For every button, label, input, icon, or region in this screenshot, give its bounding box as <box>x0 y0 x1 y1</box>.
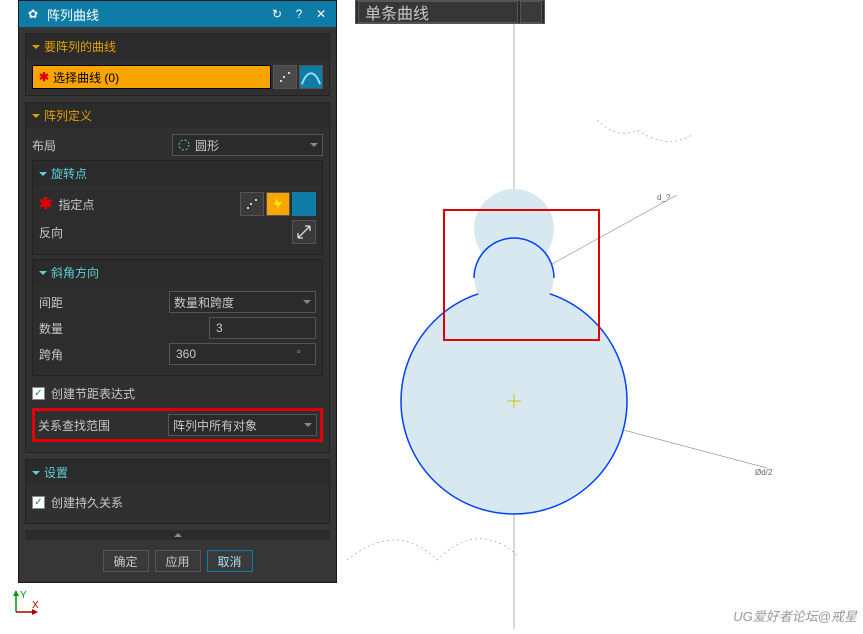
chevron-down-icon <box>32 471 40 475</box>
group-header-curve[interactable]: 要阵列的曲线 <box>26 34 329 59</box>
dialog-titlebar[interactable]: ✿ 阵列曲线 ↻ ? ✕ <box>19 1 336 27</box>
layout-value: 圆形 <box>191 137 310 154</box>
subgroup-header-pivot[interactable]: 旋转点 <box>33 161 322 186</box>
spacing-value: 数量和跨度 <box>174 294 303 311</box>
chevron-down-icon <box>39 172 47 176</box>
subgroup-label: 斜角方向 <box>51 264 99 281</box>
dim-label: d_? <box>657 193 671 202</box>
axis-indicator: Y X <box>10 588 40 623</box>
cancel-button[interactable]: 取消 <box>207 550 253 572</box>
group-label: 设置 <box>44 464 68 481</box>
group-label: 阵列定义 <box>44 107 92 124</box>
chevron-down-icon <box>303 300 311 304</box>
select-curve-field[interactable]: ✱ 选择曲线 (0) <box>32 65 271 89</box>
scope-dropdown[interactable]: 阵列中所有对象 <box>168 414 317 436</box>
count-input[interactable]: 3 <box>209 317 316 339</box>
pitch-expression-label: 创建节距表达式 <box>51 385 135 402</box>
span-angle-label: 跨角 <box>39 346 169 363</box>
count-value: 3 <box>216 321 309 335</box>
watermark: UG爱好者论坛@戒星 <box>733 606 857 625</box>
group-header-settings[interactable]: 设置 <box>26 460 329 485</box>
group-array-definition: 阵列定义 布局 圆形 旋转点 <box>25 102 330 453</box>
select-curve-label: 选择曲线 (0) <box>53 69 119 86</box>
curve-type-button[interactable] <box>299 65 323 89</box>
pattern-shape[interactable] <box>401 189 627 514</box>
subgroup-header-angdir[interactable]: 斜角方向 <box>33 260 322 285</box>
chevron-up-icon <box>174 533 182 537</box>
gear-icon[interactable]: ✿ <box>23 7 43 21</box>
curve-selection-mode-dropdown[interactable]: 单条曲线 <box>358 1 518 23</box>
group-header-definition[interactable]: 阵列定义 <box>26 103 329 128</box>
ribbon-extra-button[interactable] <box>520 1 542 23</box>
pattern-curve-dialog: ✿ 阵列曲线 ↻ ? ✕ 要阵列的曲线 ✱ 选择曲线 (0) <box>18 0 337 583</box>
subgroup-label: 旋转点 <box>51 165 87 182</box>
dialog-title: 阵列曲线 <box>43 5 266 24</box>
dots-icon <box>245 197 259 211</box>
scope-value: 阵列中所有对象 <box>173 417 304 434</box>
y-axis-label: Y <box>20 590 27 601</box>
subgroup-angular-direction: 斜角方向 间距 数量和跨度 数量 <box>32 259 323 376</box>
required-asterisk-icon: ✱ <box>39 70 49 84</box>
sketch-canvas[interactable]: Ød/2 d_? <box>337 0 863 629</box>
group-curve-to-pattern: 要阵列的曲线 ✱ 选择曲线 (0) <box>25 33 330 96</box>
dashed-cloud <box>347 539 517 560</box>
ok-button[interactable]: 确定 <box>103 550 149 572</box>
dialog-button-row: 确定 应用 取消 <box>25 546 330 576</box>
pitch-expression-checkbox[interactable]: ✓ <box>32 387 45 400</box>
chevron-down-icon <box>39 271 47 275</box>
scope-row-highlight: 关系查找范围 阵列中所有对象 <box>32 408 323 442</box>
curve-mode-label: 单条曲线 <box>365 0 429 24</box>
dots-icon <box>278 70 292 84</box>
top-ribbon: 单条曲线 <box>355 0 545 24</box>
close-button[interactable]: ✕ <box>310 4 332 24</box>
subgroup-pivot: 旋转点 ✱ 指定点 <box>32 160 323 255</box>
required-asterisk-icon: ✱ <box>39 194 52 214</box>
span-angle-input[interactable]: 360 ° <box>169 343 316 365</box>
lightning-icon <box>271 197 285 211</box>
dim-label: Ød/2 <box>755 468 773 477</box>
dashed-cloud <box>597 120 692 141</box>
group-label: 要阵列的曲线 <box>44 38 116 55</box>
collapse-all-bar[interactable] <box>25 530 330 540</box>
point-snap-dropdown[interactable] <box>292 192 316 216</box>
layout-dropdown[interactable]: 圆形 <box>172 134 323 156</box>
reverse-label: 反向 <box>39 224 292 241</box>
scope-label: 关系查找范围 <box>38 417 168 434</box>
curve-icon <box>300 66 322 88</box>
curve-picker-options-button[interactable] <box>273 65 297 89</box>
reverse-direction-button[interactable] <box>292 220 316 244</box>
refresh-button[interactable]: ↻ <box>266 4 288 24</box>
chevron-down-icon <box>32 45 40 49</box>
viewport[interactable]: Ød/2 d_? <box>337 0 863 629</box>
count-label: 数量 <box>39 320 209 337</box>
circular-icon <box>177 138 191 152</box>
layout-label: 布局 <box>32 137 172 154</box>
reverse-icon <box>296 224 312 240</box>
chevron-down-icon <box>304 423 312 427</box>
chevron-down-icon <box>310 143 318 147</box>
apply-button[interactable]: 应用 <box>155 550 201 572</box>
persist-relation-label: 创建持久关系 <box>51 494 123 511</box>
chevron-down-icon <box>32 114 40 118</box>
auto-infer-point-button[interactable] <box>266 192 290 216</box>
point-dialog-button[interactable] <box>240 192 264 216</box>
persist-relation-checkbox[interactable]: ✓ <box>32 496 45 509</box>
help-button[interactable]: ? <box>288 4 310 24</box>
span-angle-value: 360 <box>176 347 288 361</box>
group-settings: 设置 ✓ 创建持久关系 <box>25 459 330 524</box>
x-axis-label: X <box>32 600 39 611</box>
specify-point-label: 指定点 <box>58 196 94 213</box>
dialog-body: 要阵列的曲线 ✱ 选择曲线 (0) <box>19 27 336 582</box>
spacing-label: 间距 <box>39 294 169 311</box>
spacing-dropdown[interactable]: 数量和跨度 <box>169 291 316 313</box>
span-angle-unit: ° <box>296 347 301 361</box>
